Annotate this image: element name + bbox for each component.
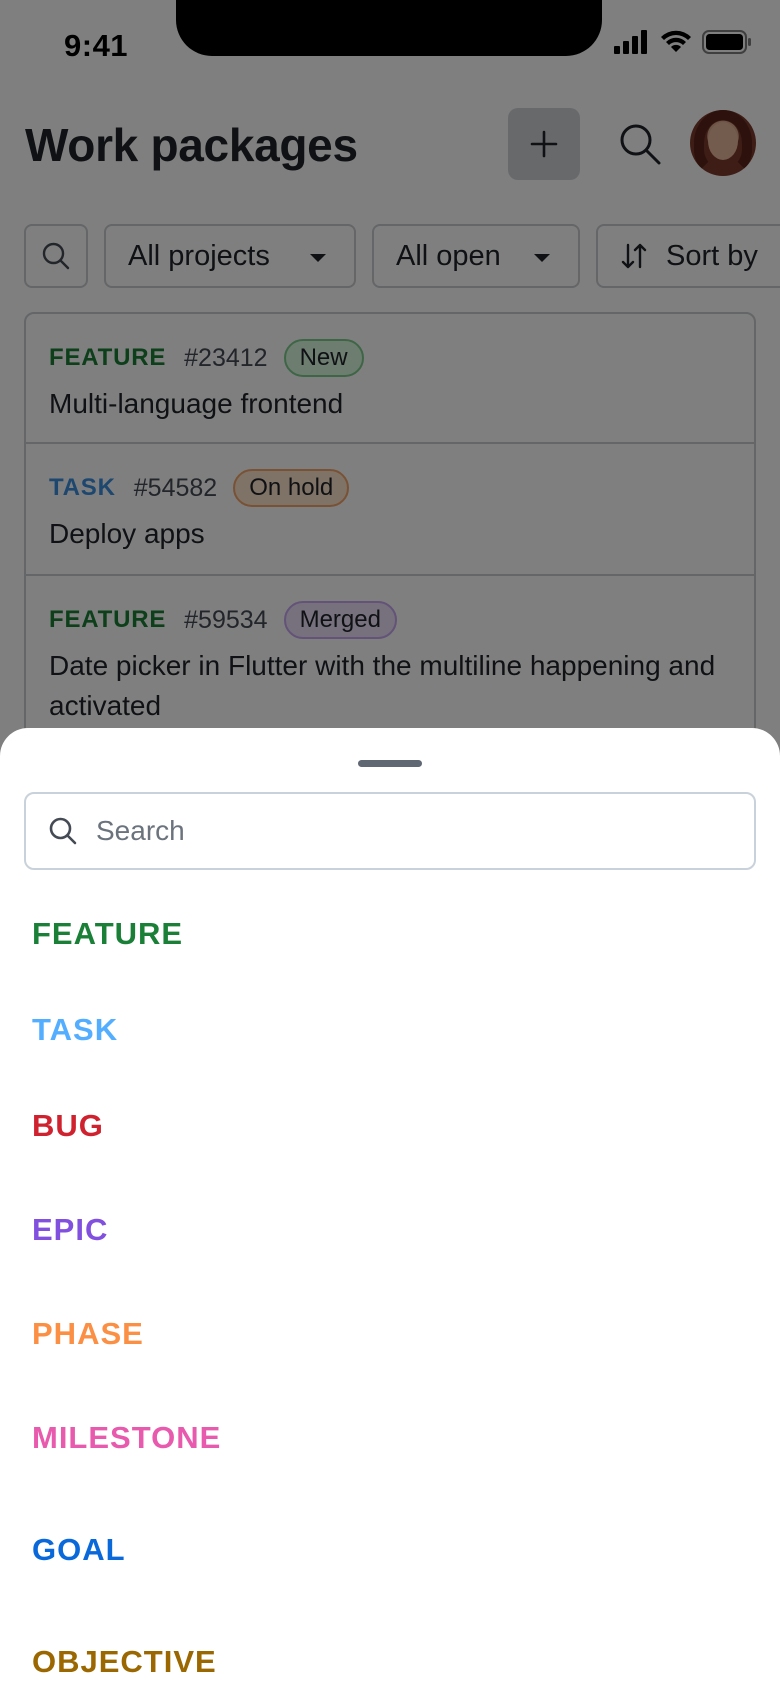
type-picker-sheet: FEATURE TASK BUG EPIC PHASE MILESTONE GO… [0, 728, 780, 1688]
type-option[interactable]: TASK [32, 1012, 118, 1048]
type-option[interactable]: GOAL [32, 1532, 126, 1568]
type-option[interactable]: PHASE [32, 1316, 144, 1352]
drag-handle[interactable] [358, 760, 422, 767]
type-option[interactable]: EPIC [32, 1212, 108, 1248]
screen: 9:41 Work packages [0, 0, 780, 1688]
type-option[interactable]: MILESTONE [32, 1420, 221, 1456]
type-option[interactable]: OBJECTIVE [32, 1644, 217, 1680]
type-option[interactable]: BUG [32, 1108, 104, 1144]
search-icon [49, 817, 77, 845]
sheet-search-field[interactable] [24, 792, 756, 870]
type-option[interactable]: FEATURE [32, 916, 183, 952]
search-input[interactable] [96, 815, 696, 847]
